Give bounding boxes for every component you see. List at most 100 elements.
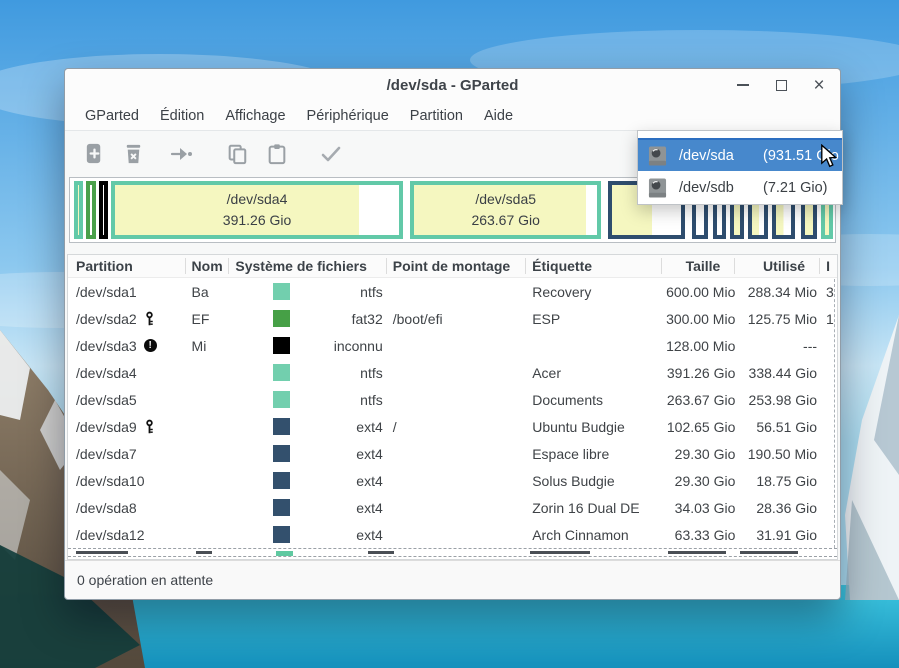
table-row[interactable]: /dev/sda5 ntfs Documents 263.67 Gio 253.…: [68, 386, 837, 413]
apply-checkmark-icon: [319, 142, 343, 166]
partition-name: /dev/sda4: [76, 365, 137, 381]
partition-used: ---: [735, 338, 820, 354]
gparted-window: /dev/sda - GParted × GParted Édition Aff…: [64, 68, 841, 600]
partition-used: 56.51 Gio: [735, 419, 820, 435]
partition-name: /dev/sda3: [76, 338, 137, 354]
table-row[interactable]: /dev/sda7 ext4 Espace libre 29.30 Gio 19…: [68, 440, 837, 467]
partition-segment[interactable]: [99, 181, 108, 239]
column-header-fs[interactable]: Système de fichiers: [229, 258, 386, 274]
partition-segment-name: /dev/sda4: [227, 189, 288, 210]
partition-label: Espace libre: [526, 446, 661, 462]
window-title: /dev/sda - GParted: [387, 77, 519, 94]
close-button[interactable]: ×: [808, 74, 830, 96]
fs-color-swatch: [273, 445, 290, 462]
delete-partition-icon: [122, 142, 145, 165]
new-partition-button[interactable]: [81, 141, 107, 167]
apply-operations-button[interactable]: [318, 141, 344, 167]
table-row-clipped[interactable]: [68, 548, 837, 557]
close-icon: ×: [813, 76, 824, 95]
desktop: /dev/sda - GParted × GParted Édition Aff…: [0, 0, 899, 668]
column-header-size[interactable]: Taille: [662, 258, 736, 274]
paste-button[interactable]: [264, 141, 290, 167]
table-row[interactable]: /dev/sda2 EF fat32 /boot/efi ESP 300.00 …: [68, 305, 837, 332]
lock-key-icon: [145, 311, 154, 326]
column-header-label[interactable]: Étiquette: [526, 258, 661, 274]
column-header-nom[interactable]: Nom: [186, 258, 230, 274]
partition-label: Recovery: [526, 284, 661, 300]
maximize-button[interactable]: [770, 74, 792, 96]
device-option-sdb[interactable]: /dev/sdb (7.21 Gio): [638, 171, 842, 204]
menu-affichage[interactable]: Affichage: [216, 104, 294, 128]
fs-color-swatch: [273, 310, 290, 327]
minimize-icon: [737, 84, 749, 86]
device-name: /dev/sdb: [679, 180, 763, 196]
fs-name: ext4: [290, 500, 386, 516]
device-option-sda[interactable]: /dev/sda (931.51 Gio: [638, 138, 842, 171]
partition-label: ESP: [526, 311, 661, 327]
partition-name: /dev/sda5: [76, 392, 137, 408]
device-name: /dev/sda: [679, 148, 763, 164]
fs-color-swatch: [273, 418, 290, 435]
partition-segment-sda5[interactable]: /dev/sda5 263.67 Gio: [410, 181, 601, 239]
partition-nom: Mi: [186, 338, 230, 354]
partition-size: 600.00 Mio: [662, 284, 736, 300]
warning-icon: !: [144, 339, 157, 352]
menu-partition[interactable]: Partition: [401, 104, 472, 128]
table-row[interactable]: /dev/sda8 ext4 Zorin 16 Dual DE 34.03 Gi…: [68, 494, 837, 521]
partition-label: Documents: [526, 392, 661, 408]
partition-segment-sda4[interactable]: /dev/sda4 391.26 Gio: [111, 181, 403, 239]
partition-used: 190.50 Mio: [735, 446, 820, 462]
minimize-button[interactable]: [732, 74, 754, 96]
menu-gparted[interactable]: GParted: [76, 104, 148, 128]
harddisk-icon: [648, 177, 667, 199]
table-row[interactable]: /dev/sda3 ! Mi inconnu 128.00 Mio ---: [68, 332, 837, 359]
mount-point: /boot/efi: [387, 311, 526, 327]
partition-label: Zorin 16 Dual DE: [526, 500, 661, 516]
copy-button[interactable]: [224, 141, 250, 167]
partition-table: Partition Nom Système de fichiers Point …: [67, 254, 838, 560]
partition-used: 18.75 Gio: [735, 473, 820, 489]
partition-size: 391.26 Gio: [662, 365, 736, 381]
fs-name: ext4: [290, 527, 386, 543]
partition-size: 102.65 Gio: [662, 419, 736, 435]
column-header-partition[interactable]: Partition: [68, 258, 186, 274]
fs-name: inconnu: [290, 338, 386, 354]
menu-aide[interactable]: Aide: [475, 104, 522, 128]
table-row[interactable]: /dev/sda10 ext4 Solus Budgie 29.30 Gio 1…: [68, 467, 837, 494]
titlebar[interactable]: /dev/sda - GParted ×: [65, 69, 840, 101]
partition-label: Ubuntu Budgie: [526, 419, 661, 435]
partition-used: 125.75 Mio: [735, 311, 820, 327]
partition-size: 128.00 Mio: [662, 338, 736, 354]
partition-label: Acer: [526, 365, 661, 381]
fs-color-swatch: [273, 499, 290, 516]
partition-segment[interactable]: [74, 181, 83, 239]
partition-label: Arch Cinnamon: [526, 527, 661, 543]
table-row[interactable]: /dev/sda9 ext4 / Ubuntu Budgie 102.65 Gi…: [68, 413, 837, 440]
partition-name: /dev/sda7: [76, 446, 137, 462]
delete-partition-button[interactable]: [120, 141, 146, 167]
partition-used: 253.98 Gio: [735, 392, 820, 408]
table-focus-dash: [834, 279, 835, 548]
partition-segment[interactable]: [86, 181, 96, 239]
menu-bar: GParted Édition Affichage Périphérique P…: [65, 101, 840, 131]
partition-label: Solus Budgie: [526, 473, 661, 489]
partition-size: 63.33 Gio: [662, 527, 736, 543]
mount-point: /: [387, 419, 526, 435]
column-header-mount[interactable]: Point de montage: [387, 258, 526, 274]
table-row[interactable]: /dev/sda4 ntfs Acer 391.26 Gio 338.44 Gi…: [68, 359, 837, 386]
table-row[interactable]: /dev/sda1 Ba ntfs Recovery 600.00 Mio 28…: [68, 278, 837, 305]
column-header-unused[interactable]: I: [820, 258, 837, 274]
paste-icon: [266, 143, 288, 165]
menu-peripherique[interactable]: Périphérique: [298, 104, 398, 128]
partition-name: /dev/sda8: [76, 500, 137, 516]
column-header-used[interactable]: Utilisé: [735, 258, 820, 274]
table-row[interactable]: /dev/sda12 ext4 Arch Cinnamon 63.33 Gio …: [68, 521, 837, 548]
partition-segment-size: 391.26 Gio: [223, 210, 292, 231]
partition-size: 263.67 Gio: [662, 392, 736, 408]
partition-nom: EF: [186, 311, 230, 327]
resize-move-button[interactable]: [168, 141, 194, 167]
fs-color-swatch: [276, 551, 293, 556]
maximize-icon: [776, 80, 787, 91]
menu-edition[interactable]: Édition: [151, 104, 213, 128]
fs-name: ntfs: [290, 284, 386, 300]
